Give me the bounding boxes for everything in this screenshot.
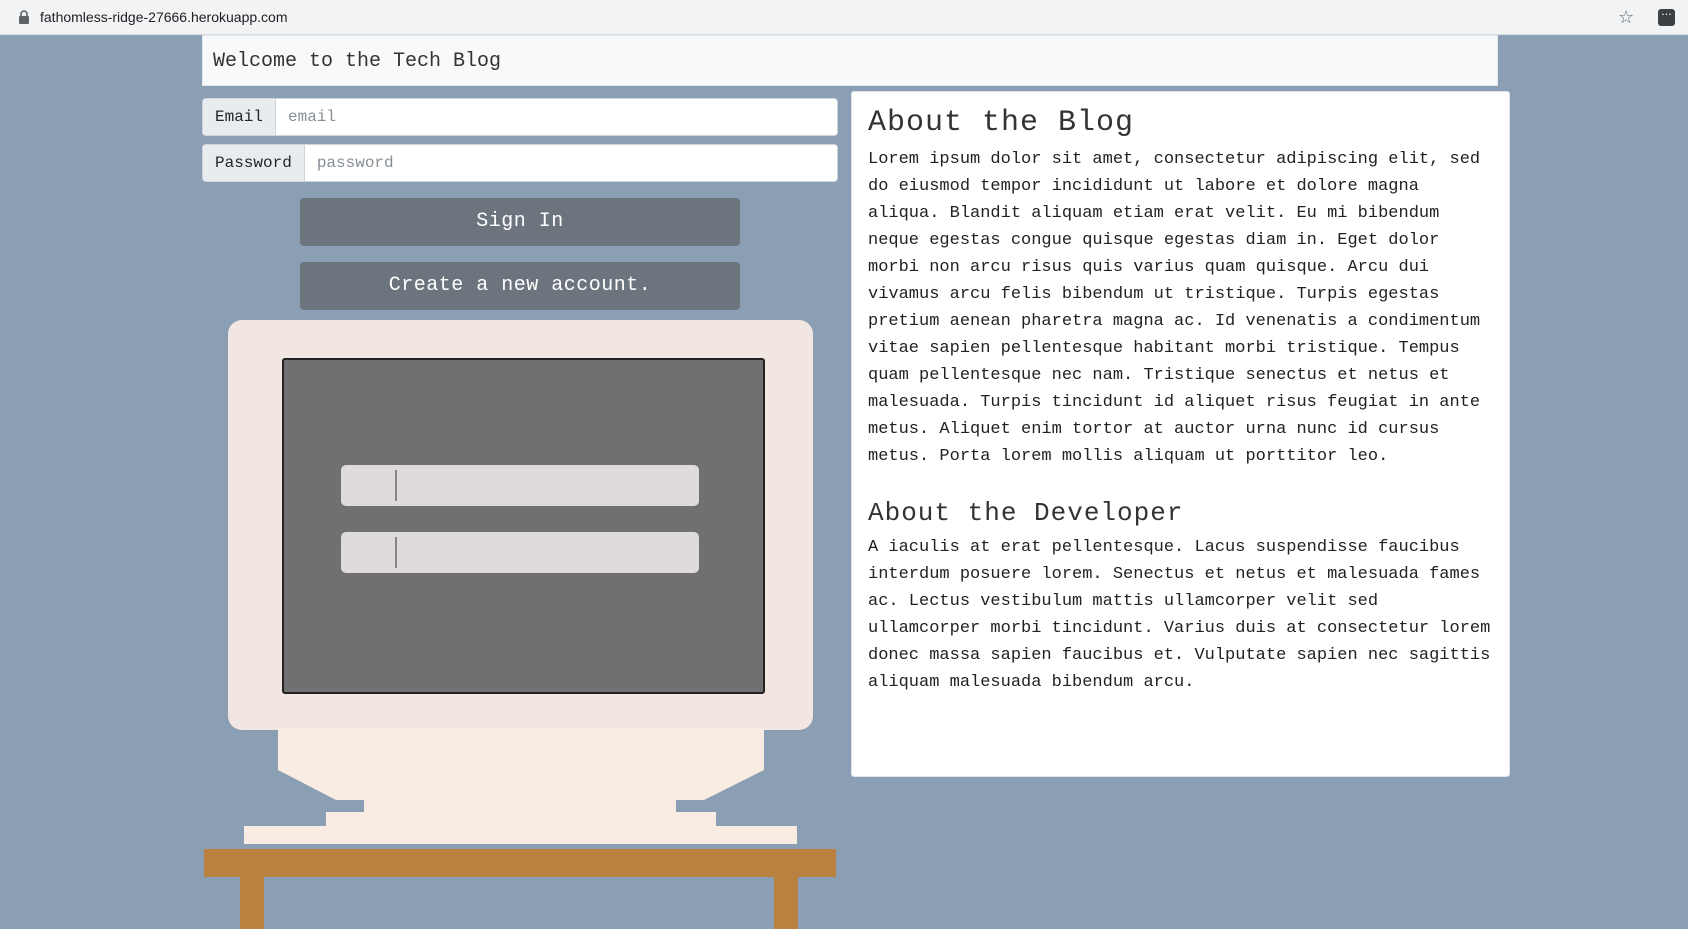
password-field[interactable]	[304, 145, 837, 181]
site-header: Welcome to the Tech Blog	[202, 35, 1498, 86]
monitor-base	[244, 826, 797, 844]
desk-illustration	[204, 849, 836, 877]
about-blog-text: Lorem ipsum dolor sit amet, consectetur …	[868, 150, 1481, 466]
about-card: About the Blog Lorem ipsum dolor sit ame…	[851, 91, 1510, 777]
password-label: Password	[203, 145, 305, 181]
address-url[interactable]: fathomless-ridge-27666.herokuapp.com	[40, 9, 287, 25]
email-input-group: Email	[202, 98, 838, 136]
password-input-group: Password	[202, 144, 838, 182]
extension-icon[interactable]: ···	[1658, 9, 1675, 26]
page-title: Welcome to the Tech Blog	[213, 50, 502, 73]
desk-leg	[240, 877, 264, 929]
screen-field-illustration	[341, 465, 699, 506]
email-field[interactable]	[276, 99, 837, 135]
screen-field-illustration	[341, 532, 699, 573]
monitor-stand	[278, 728, 764, 826]
text-cursor-illustration	[395, 470, 397, 501]
text-cursor-illustration	[395, 537, 397, 568]
about-developer-text: A iaculis at erat pellentesque. Lacus su…	[868, 538, 1491, 692]
about-blog-heading: About the Blog	[868, 106, 1135, 140]
create-account-button[interactable]: Create a new account.	[300, 262, 740, 310]
lock-icon	[19, 10, 29, 24]
sign-in-button[interactable]: Sign In	[300, 198, 740, 246]
desk-leg	[774, 877, 798, 929]
star-icon[interactable]: ☆	[1618, 7, 1634, 28]
email-label: Email	[203, 99, 277, 135]
monitor-screen	[282, 358, 765, 694]
browser-address-bar: fathomless-ridge-27666.herokuapp.com ☆ ·…	[0, 0, 1688, 35]
about-developer-heading: About the Developer	[868, 498, 1184, 528]
